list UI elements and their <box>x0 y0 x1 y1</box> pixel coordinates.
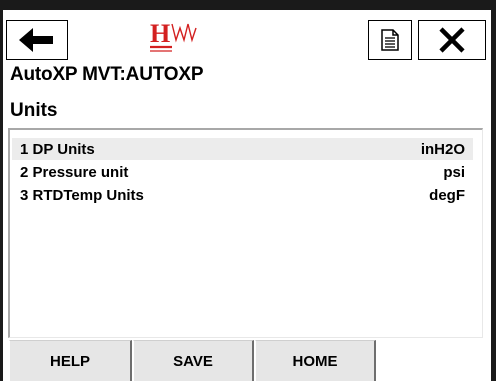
save-button[interactable]: SAVE <box>133 340 254 381</box>
svg-text:H: H <box>150 19 170 48</box>
hw-logo-icon: H <box>150 19 197 52</box>
close-x-icon <box>439 27 465 53</box>
document-icon <box>381 29 399 51</box>
close-button[interactable] <box>418 20 486 60</box>
menu-item-rtdtemp-units[interactable]: 3 RTDTemp Units degF <box>12 184 473 206</box>
menu-item-label: 2 Pressure unit <box>20 163 129 181</box>
menu-item-value: degF <box>429 186 465 204</box>
device-title: AutoXP MVT:AUTOXP <box>10 64 204 85</box>
arrow-left-icon <box>19 28 53 52</box>
menu-item-value: inH2O <box>420 140 465 158</box>
menu-item-label: 3 RTDTemp Units <box>20 186 144 204</box>
right-border <box>491 10 496 381</box>
menu-item-label: 1 DP Units <box>20 140 95 158</box>
top-border <box>0 0 496 10</box>
left-border <box>0 10 3 381</box>
back-button[interactable] <box>6 20 68 60</box>
menu-title: Units <box>10 100 58 121</box>
menu-item-pressure-unit[interactable]: 2 Pressure unit psi <box>12 161 473 183</box>
menu-list: 1 DP Units inH2O 2 Pressure unit psi 3 R… <box>8 128 483 338</box>
help-button[interactable]: HELP <box>9 340 132 381</box>
home-button[interactable]: HOME <box>255 340 376 381</box>
menu-item-dp-units[interactable]: 1 DP Units inH2O <box>12 138 473 160</box>
document-button[interactable] <box>368 20 412 60</box>
menu-item-value: psi <box>443 163 465 181</box>
